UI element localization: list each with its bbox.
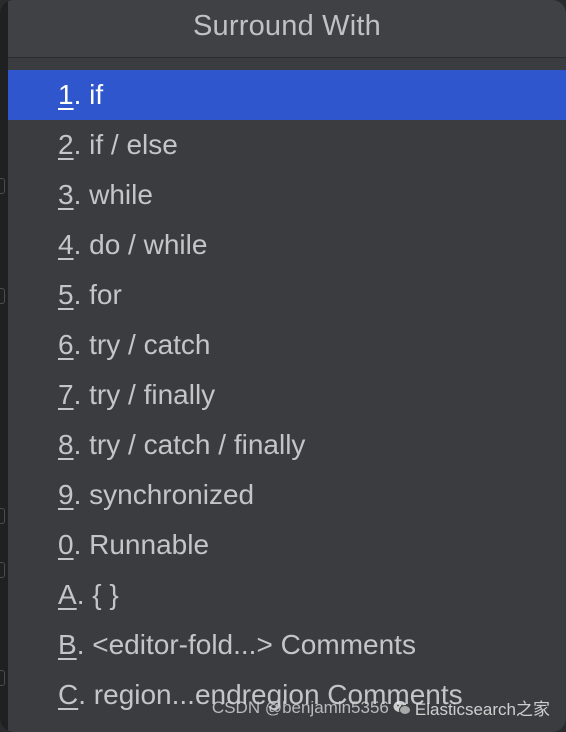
fold-marker xyxy=(0,178,5,194)
mnemonic-key: B xyxy=(58,629,77,660)
editor-gutter xyxy=(0,0,8,732)
mnemonic-key: 3 xyxy=(58,179,74,210)
mnemonic-key: 7 xyxy=(58,379,74,410)
mnemonic-key: 4 xyxy=(58,229,74,260)
surround-option-editor-fold-comments[interactable]: B. <editor-fold...> Comments xyxy=(8,620,566,670)
option-label: . while xyxy=(73,179,153,210)
surround-with-window: Surround With 1. if 2. if / else 3. whil… xyxy=(0,0,566,732)
surround-option-synchronized[interactable]: 9. synchronized xyxy=(8,470,566,520)
popup-title: Surround With xyxy=(193,10,381,42)
surround-option-while[interactable]: 3. while xyxy=(8,170,566,220)
surround-option-do-while[interactable]: 4. do / while xyxy=(8,220,566,270)
option-label: . if / else xyxy=(73,129,178,160)
option-label: . { } xyxy=(76,579,119,610)
surround-option-if-else[interactable]: 2. if / else xyxy=(8,120,566,170)
surround-option-try-finally[interactable]: 7. try / finally xyxy=(8,370,566,420)
mnemonic-key: 9 xyxy=(58,479,74,510)
surround-option-try-catch[interactable]: 6. try / catch xyxy=(8,320,566,370)
option-label: . if xyxy=(73,79,104,110)
surround-option-runnable[interactable]: 0. Runnable xyxy=(8,520,566,570)
option-label: . try / finally xyxy=(73,379,216,410)
option-label: . synchronized xyxy=(73,479,255,510)
mnemonic-key: 5 xyxy=(58,279,74,310)
surround-option-if[interactable]: 1. if xyxy=(8,70,566,120)
wechat-icon xyxy=(393,700,411,715)
fold-marker xyxy=(0,670,5,686)
fold-marker xyxy=(0,508,5,524)
surround-options-list: 1. if 2. if / else 3. while 4. do / whil… xyxy=(8,70,566,720)
option-label: . try / catch xyxy=(73,329,211,360)
surround-option-try-catch-finally[interactable]: 8. try / catch / finally xyxy=(8,420,566,470)
mnemonic-key: 1 xyxy=(58,79,74,110)
fold-marker xyxy=(0,288,5,304)
mnemonic-key: 6 xyxy=(58,329,74,360)
option-label: . try / catch / finally xyxy=(73,429,306,460)
option-label: . do / while xyxy=(73,229,208,260)
mnemonic-key: 0 xyxy=(58,529,74,560)
watermark-source: CSDN @benjamin5356 xyxy=(211,697,389,717)
mnemonic-key: 8 xyxy=(58,429,74,460)
surround-option-for[interactable]: 5. for xyxy=(8,270,566,320)
surround-option-braces[interactable]: A. { } xyxy=(8,570,566,620)
mnemonic-key: C xyxy=(58,679,79,710)
mnemonic-key: A xyxy=(58,579,77,610)
watermark: CSDN @benjamin5356 Elasticsearch之家 xyxy=(212,695,550,720)
option-label: . Runnable xyxy=(73,529,210,560)
option-label: . <editor-fold...> Comments xyxy=(76,629,416,660)
watermark-brand: Elasticsearch之家 xyxy=(414,700,550,719)
fold-marker xyxy=(0,562,5,578)
popup-titlebar: Surround With xyxy=(8,0,566,58)
surround-with-popup: Surround With 1. if 2. if / else 3. whil… xyxy=(8,0,566,732)
mnemonic-key: 2 xyxy=(58,129,74,160)
option-label: . for xyxy=(73,279,122,310)
